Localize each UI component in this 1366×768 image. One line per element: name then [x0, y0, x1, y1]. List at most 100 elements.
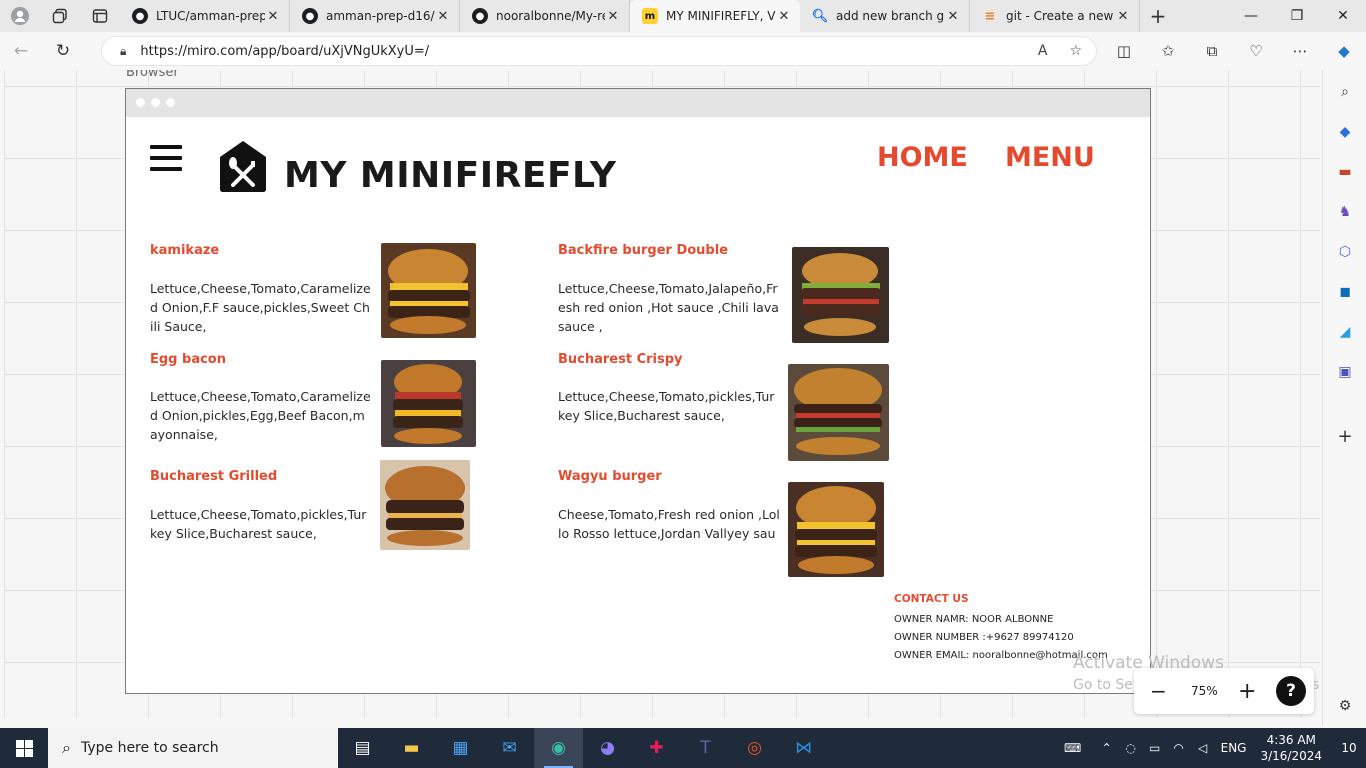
- edge-icon[interactable]: ◉: [534, 728, 583, 768]
- discord-icon[interactable]: ◕: [583, 728, 632, 768]
- teams-icon[interactable]: ▣: [1335, 362, 1355, 382]
- shopping-icon[interactable]: ◆: [1335, 122, 1355, 142]
- keyboard-icon[interactable]: ⌨: [1061, 741, 1085, 755]
- nav-home-link[interactable]: HOME: [877, 142, 968, 173]
- address-bar[interactable]: 🔒︎ https://miro.com/app/board/uXjVNgUkXy…: [101, 36, 1097, 66]
- browser-frame[interactable]: MY MINIFIREFLY HOME MENU kamikaze Lettuc…: [125, 88, 1151, 694]
- window-controls: — ❐ ✕: [1228, 0, 1366, 32]
- browser-essentials-icon[interactable]: ♡: [1234, 42, 1278, 60]
- menu-item-description: Lettuce,Cheese,Tomato,Caramelized Onion,…: [150, 281, 371, 334]
- close-icon[interactable]: ✕: [435, 9, 451, 24]
- microsoft-store-icon[interactable]: ▦: [436, 728, 485, 768]
- drop-icon[interactable]: ◢: [1335, 322, 1355, 342]
- tools-icon[interactable]: ▬: [1335, 162, 1355, 182]
- teams-icon[interactable]: T: [681, 728, 730, 768]
- tab-title: add new branch git: [836, 9, 945, 23]
- vscode-icon[interactable]: ⋈: [779, 728, 828, 768]
- nav-menu-link[interactable]: MENU: [1005, 142, 1095, 173]
- window-dot-icon: [136, 98, 145, 107]
- minimize-button[interactable]: —: [1228, 0, 1274, 32]
- tab-title: nooralbonne/My-re: [496, 9, 605, 23]
- search-icon[interactable]: ⌕: [1335, 82, 1355, 102]
- browser-tab[interactable]: ● nooralbonne/My-re ✕: [460, 0, 630, 32]
- webcam-icon[interactable]: ◌: [1119, 741, 1143, 755]
- browser-tab[interactable]: ≡ git - Create a new b ✕: [970, 0, 1140, 32]
- copilot-icon[interactable]: ◆: [1322, 42, 1366, 60]
- brand-title: MY MINIFIREFLY: [284, 155, 617, 196]
- window-dot-icon: [151, 98, 160, 107]
- menu-item-description: Cheese,Tomato,Fresh red onion ,Lollo Ros…: [558, 507, 780, 541]
- refresh-button[interactable]: ↻: [42, 32, 84, 70]
- tab-title: MY MINIFIREFLY, Vis: [666, 9, 776, 23]
- settings-gear-icon[interactable]: ⚙: [1335, 696, 1355, 716]
- owner-name: OWNER NAMR: NOOR ALBONNE: [894, 614, 1054, 625]
- tab-bar: ● LTUC/amman-prep- ✕ ● amman-prep-d16/C …: [0, 0, 1366, 32]
- slack-icon[interactable]: ✚: [632, 728, 681, 768]
- close-window-button[interactable]: ✕: [1320, 0, 1366, 32]
- workspaces-icon[interactable]: [40, 0, 80, 32]
- burger-image: [792, 247, 889, 343]
- zoom-level[interactable]: 75%: [1191, 684, 1218, 698]
- task-view-icon[interactable]: ▤: [338, 728, 387, 768]
- help-button[interactable]: ?: [1276, 676, 1306, 706]
- zoom-in-button[interactable]: +: [1238, 679, 1256, 704]
- taskbar-search[interactable]: ⌕ Type here to search: [48, 728, 338, 768]
- battery-icon[interactable]: ▭: [1143, 741, 1167, 755]
- profile-icon[interactable]: [0, 0, 40, 32]
- collections-icon[interactable]: ⧉: [1190, 42, 1234, 60]
- add-sidebar-app-icon[interactable]: +: [1335, 426, 1355, 447]
- browser-tab[interactable]: 🔍︎ add new branch git ✕: [800, 0, 970, 32]
- read-aloud-icon[interactable]: A: [1038, 43, 1048, 59]
- notification-count: 10: [1341, 741, 1357, 755]
- clock[interactable]: 4:36 AM 3/16/2024: [1260, 732, 1322, 764]
- zoom-out-button[interactable]: −: [1150, 679, 1167, 703]
- back-button[interactable]: ←: [0, 32, 42, 70]
- browser-tab-active[interactable]: m MY MINIFIREFLY, Vis ✕: [630, 0, 800, 32]
- restaurant-logo-icon: [220, 141, 266, 192]
- hamburger-menu-icon[interactable]: [150, 145, 182, 178]
- wifi-icon[interactable]: ◠: [1167, 741, 1191, 755]
- contact-title: CONTACT US: [894, 593, 969, 605]
- close-icon[interactable]: ✕: [945, 9, 961, 24]
- split-screen-icon[interactable]: ◫: [1102, 42, 1146, 60]
- lock-icon[interactable]: 🔒︎: [120, 44, 126, 59]
- close-icon[interactable]: ✕: [776, 9, 792, 24]
- outlook-icon[interactable]: ◼: [1335, 282, 1355, 302]
- menu-item-description: Lettuce,Cheese,Tomato,Caramelized Onion,…: [150, 389, 371, 442]
- ubuntu-icon[interactable]: ◎: [730, 728, 779, 768]
- restore-button[interactable]: ❐: [1274, 0, 1320, 32]
- github-icon: ●: [302, 8, 318, 24]
- menu-item-name: kamikaze: [150, 243, 220, 258]
- notification-center-icon[interactable]: 10: [1332, 741, 1366, 755]
- miro-icon: m: [642, 8, 658, 24]
- favorites-icon[interactable]: ✩: [1146, 42, 1190, 60]
- browser-tab[interactable]: ● amman-prep-d16/C ✕: [290, 0, 460, 32]
- github-icon: ●: [132, 8, 148, 24]
- menu-item-name: Egg bacon: [150, 352, 226, 367]
- start-button[interactable]: [0, 728, 48, 768]
- more-options-icon[interactable]: ⋯: [1278, 42, 1322, 60]
- url-text[interactable]: https://miro.com/app/board/uXjVNgUkXyU=/: [140, 44, 429, 59]
- file-explorer-icon[interactable]: ▬: [387, 728, 436, 768]
- close-icon[interactable]: ✕: [605, 9, 621, 24]
- windows-taskbar: ⌕ Type here to search ▤ ▬ ▦ ✉ ◉ ◕ ✚ T ◎ …: [0, 728, 1366, 768]
- burger-image: [381, 360, 476, 447]
- browser-tab[interactable]: ● LTUC/amman-prep- ✕: [120, 0, 290, 32]
- new-tab-button[interactable]: +: [1140, 4, 1176, 28]
- frame-label[interactable]: Browser: [126, 70, 179, 80]
- games-icon[interactable]: ♞: [1335, 202, 1355, 222]
- favorite-star-icon[interactable]: ☆: [1069, 43, 1082, 59]
- miro-board-canvas[interactable]: Browser MY MINIFIREFLY HOME MENU kamikaz…: [4, 70, 1320, 718]
- chevron-up-icon[interactable]: ⌃: [1095, 741, 1119, 755]
- tab-actions-icon[interactable]: [80, 0, 120, 32]
- volume-icon[interactable]: ◁: [1191, 741, 1215, 755]
- browser-frame-topbar: [126, 89, 1150, 117]
- mail-icon[interactable]: ✉: [485, 728, 534, 768]
- microsoft365-icon[interactable]: ⬡: [1335, 242, 1355, 262]
- close-icon[interactable]: ✕: [1115, 9, 1131, 24]
- toolbar: ◫ ✩ ⧉ ♡ ⋯ ◆: [1102, 32, 1366, 70]
- menu-item-name: Backfire burger Double: [558, 243, 729, 258]
- language-indicator[interactable]: ENG: [1221, 741, 1247, 755]
- close-icon[interactable]: ✕: [265, 9, 281, 24]
- menu-item-description: Lettuce,Cheese,Tomato,Jalapeño,Fresh red…: [558, 281, 779, 334]
